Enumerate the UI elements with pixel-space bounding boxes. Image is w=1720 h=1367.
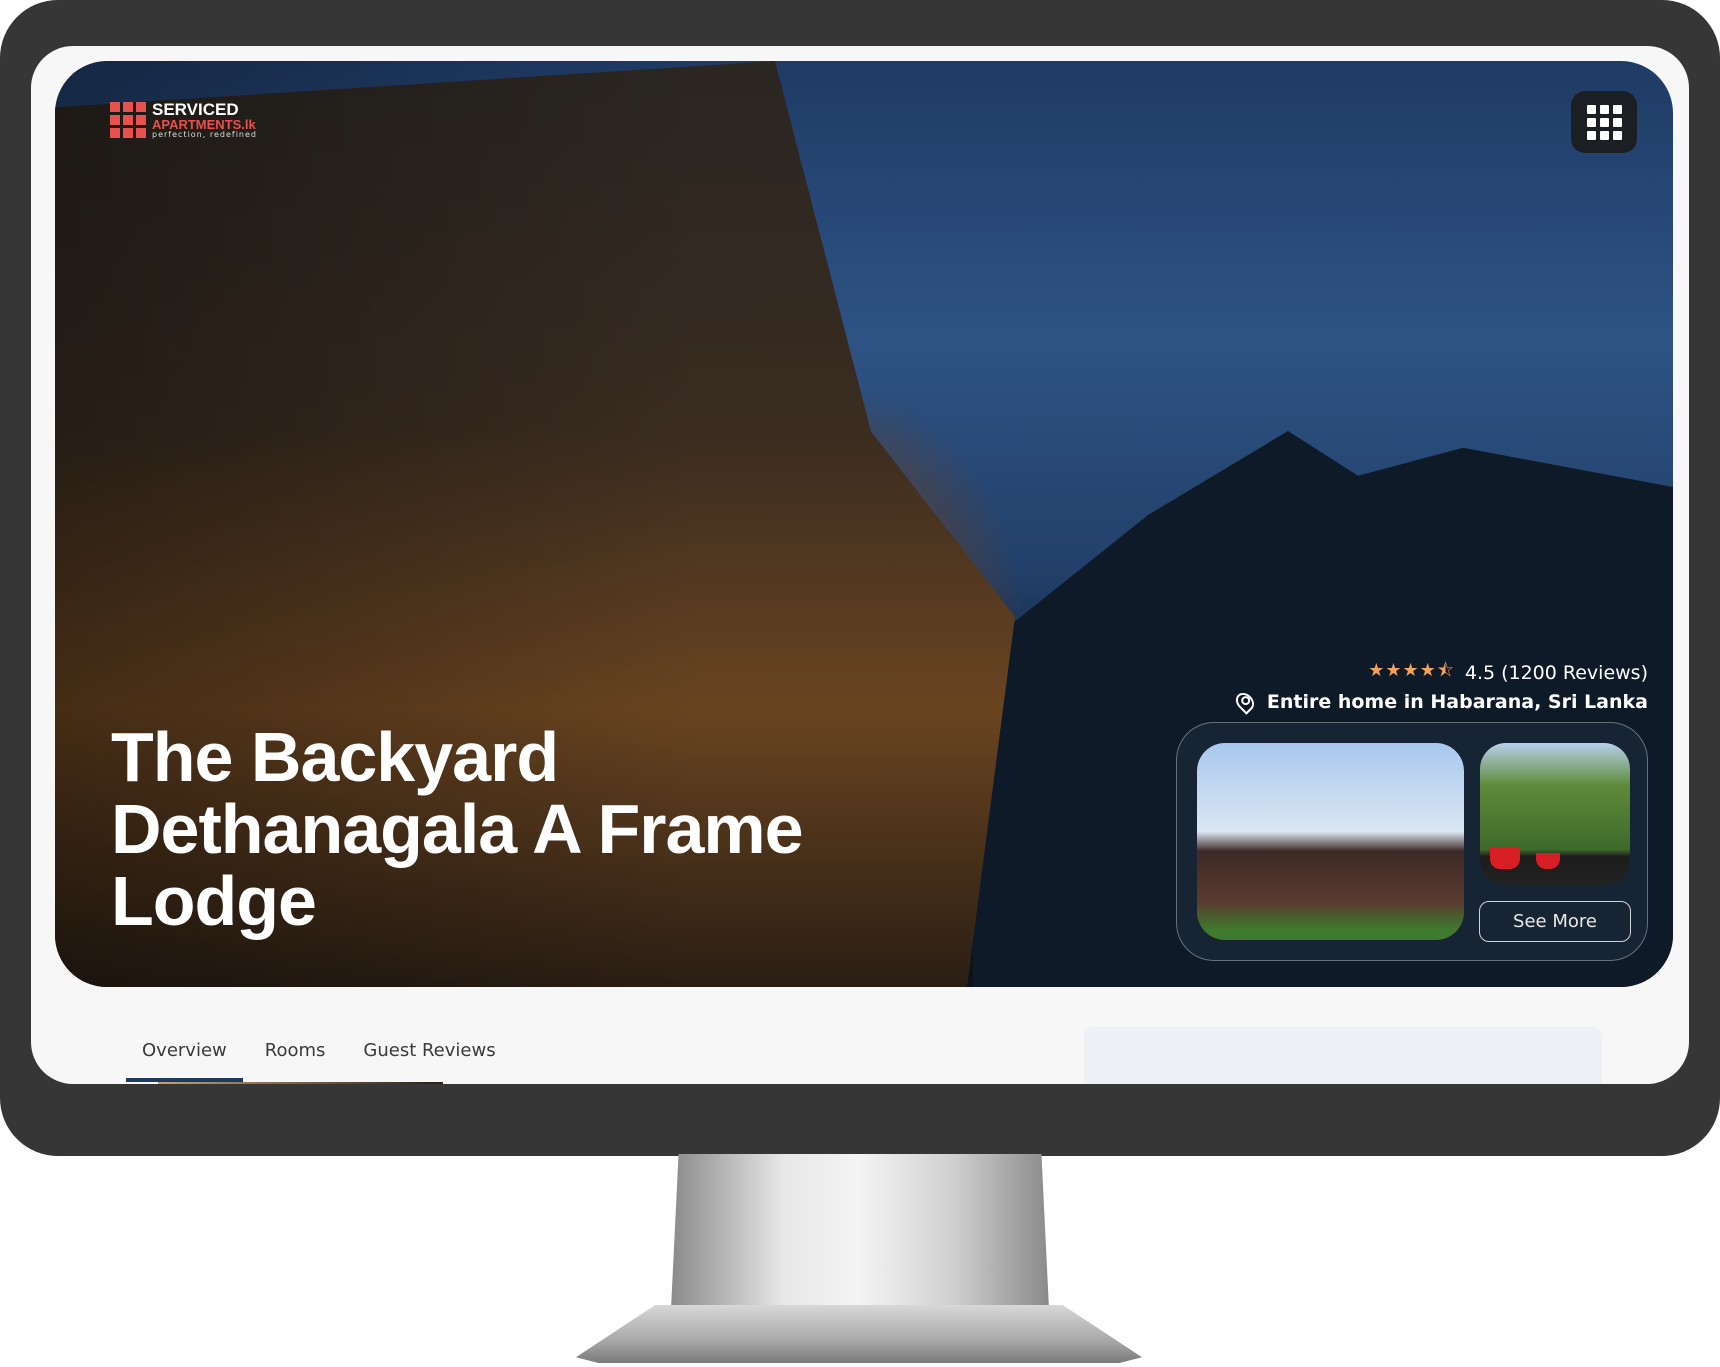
tab-bar: Overview Rooms Guest Reviews: [126, 1038, 512, 1084]
booking-panel: [1084, 1027, 1602, 1084]
monitor-stand-neck: [671, 1154, 1049, 1309]
tab-rooms[interactable]: Rooms: [243, 1038, 348, 1078]
gallery-photo-exterior[interactable]: [1197, 743, 1464, 940]
star-rating-icon: ★★★★⯪: [1368, 660, 1455, 681]
tab-guest-reviews[interactable]: Guest Reviews: [347, 1038, 511, 1078]
monitor-stand-base: [576, 1305, 1142, 1363]
map-pin-icon: [1232, 689, 1258, 715]
grid-menu-button[interactable]: [1571, 91, 1637, 153]
hero-banner: SERVICED APARTMENTS.lk perfection, redef…: [55, 61, 1673, 987]
see-more-button[interactable]: See More: [1479, 901, 1631, 942]
logo-line1: SERVICED: [152, 100, 239, 119]
gallery-photo-tea[interactable]: [1480, 743, 1630, 885]
property-title: The Backyard Dethanagala A Frame Lodge: [111, 718, 804, 940]
monitor-bezel: SERVICED APARTMENTS.lk perfection, redef…: [0, 0, 1720, 1156]
rating: ★★★★⯪ 4.5 (1200 Reviews): [1368, 658, 1648, 688]
tab-overview[interactable]: Overview: [126, 1038, 243, 1082]
content-image-edge: [158, 1082, 443, 1084]
screen: SERVICED APARTMENTS.lk perfection, redef…: [31, 46, 1689, 1084]
location-text: Entire home in Habarana, Sri Lanka: [1266, 691, 1648, 713]
logo-mark: [110, 102, 146, 138]
photo-gallery: See More: [1176, 722, 1648, 961]
logo-tagline: perfection, redefined: [152, 130, 257, 139]
logo[interactable]: SERVICED APARTMENTS.lk perfection, redef…: [110, 101, 257, 139]
rating-value: 4.5: [1464, 662, 1496, 684]
review-count[interactable]: (1200 Reviews): [1501, 662, 1648, 684]
location: Entire home in Habarana, Sri Lanka: [1232, 689, 1648, 715]
